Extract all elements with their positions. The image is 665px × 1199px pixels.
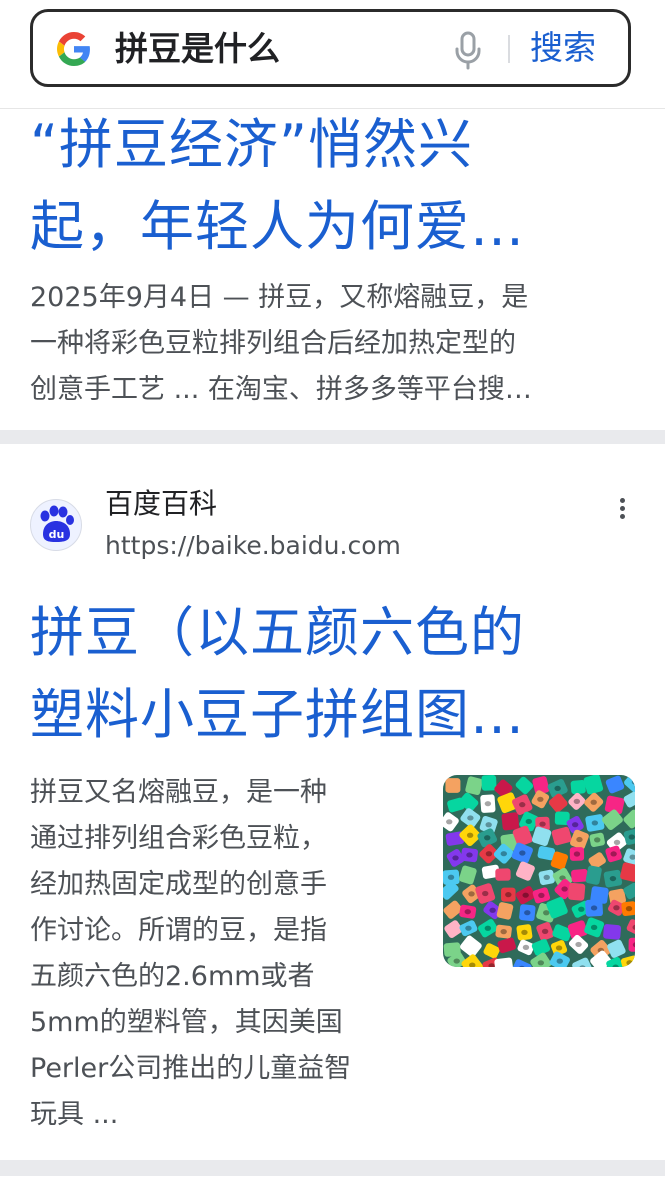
bead (481, 775, 497, 791)
bead (570, 780, 586, 795)
bead (585, 899, 603, 917)
result-separator (0, 1160, 665, 1176)
bead (501, 887, 516, 902)
bead (585, 814, 605, 832)
beads-illustration (443, 775, 635, 967)
result-2-snippet-line: 通过排列组合彩色豆粒， (30, 823, 327, 854)
bead (460, 847, 479, 863)
bead (538, 869, 555, 886)
result-2-title-line[interactable]: 塑料小豆子拼组图… (30, 674, 640, 756)
bead (480, 794, 496, 813)
result-2-snippet-line: 五颜六色的2.6mm或者 (30, 961, 315, 992)
result-2-title-line[interactable]: 拼豆（以五颜六色的 (30, 592, 640, 674)
microphone-icon[interactable] (453, 30, 483, 70)
result-2-snippet-line: 作讨论。所谓的豆，是指 (30, 915, 327, 946)
search-button[interactable]: 搜索 (530, 28, 596, 68)
bead (621, 901, 635, 917)
bead (519, 904, 536, 922)
bead (495, 924, 512, 939)
bead (603, 869, 623, 888)
baidu-paw-icon: du (30, 499, 82, 551)
site-url[interactable]: https://baike.baidu.com (105, 529, 401, 563)
site-name[interactable]: 百度百科 (105, 486, 217, 522)
result-2-snippet-line: 拼豆又名熔融豆，是一种 (30, 777, 327, 808)
bead (495, 868, 511, 881)
bead (628, 937, 635, 952)
search-divider (508, 35, 510, 63)
result-1-snippet-line: 2025年9月4日 — 拼豆，又称熔融豆，是 (30, 282, 529, 313)
bead (603, 924, 622, 940)
result-1-title-line[interactable]: “拼豆经济”悄然兴 (30, 104, 640, 186)
result-1-title[interactable]: “拼豆经济”悄然兴 起，年轻人为何爱… (30, 104, 640, 268)
result-1-title-line[interactable]: 起，年轻人为何爱… (30, 186, 640, 268)
svg-text:du: du (49, 528, 65, 541)
bead (589, 832, 605, 848)
result-separator (0, 430, 665, 444)
result-2-title[interactable]: 拼豆（以五颜六色的 塑料小豆子拼组图… (30, 592, 640, 756)
search-query-text[interactable]: 拼豆是什么 (115, 29, 280, 69)
result-2-snippet-line: 经加热固定成型的创意手 (30, 869, 327, 900)
bead (568, 882, 586, 901)
bead (569, 847, 585, 861)
search-bar[interactable]: 拼豆是什么 搜索 (30, 9, 631, 87)
bead (459, 904, 477, 919)
colorful-fuse-beads-image[interactable] (443, 775, 635, 967)
result-1-snippet: 2025年9月4日 — 拼豆，又称熔融豆，是 一种将彩色豆粒排列组合后经加热定型… (30, 275, 640, 413)
result-2-snippet-line: Perler公司推出的儿童益智 (30, 1053, 352, 1084)
result-2-snippet: 拼豆又名熔融豆，是一种 通过排列组合彩色豆粒， 经加热固定成型的创意手 作讨论。… (30, 770, 420, 1138)
search-header: 拼豆是什么 搜索 (0, 0, 665, 109)
result-1-snippet-line: 一种将彩色豆粒排列组合后经加热定型的 (30, 328, 516, 359)
bead (516, 924, 533, 941)
bead (501, 812, 520, 831)
result-1-snippet-line: 创意手工艺 ... 在淘宝、拼多多等平台搜… (30, 374, 532, 405)
more-vertical-icon[interactable] (610, 495, 634, 529)
google-g-icon (57, 32, 90, 66)
bead (445, 778, 461, 793)
result-2-snippet-line: 5mm的塑料管，其因美国 (30, 1007, 343, 1038)
result-2-snippet-line: 玩具 ... (30, 1099, 119, 1130)
